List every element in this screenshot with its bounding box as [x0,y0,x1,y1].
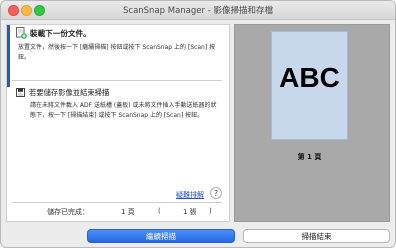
step-title: 裝載下一份文件。 [30,29,91,38]
section-divider [12,80,222,81]
save-title: 若要儲存影像並結束掃描 [29,88,110,97]
current-step-accent [7,25,10,87]
window-title: ScanSnap Manager - 影像掃描和存檔 [123,6,273,16]
save-icon [16,88,25,97]
finish-scanning-button[interactable]: 掃描結束 [243,229,390,243]
page-thumbnail[interactable]: ABC [271,31,348,140]
saved-sheets: 1 張 [183,208,197,216]
saved-close-paren: ) [209,207,212,215]
saved-label: 儲存已完成： [47,208,89,216]
help-button[interactable]: ? [210,187,222,199]
page-label: 第 1 頁 [297,153,322,161]
add-document-icon [16,27,27,39]
saved-pages: 1 頁 [121,208,135,216]
title-bar: ScanSnap Manager - 影像掃描和存檔 [1,1,395,20]
saved-open-paren: ( [158,207,161,215]
continue-scanning-button[interactable]: 繼續掃描 [87,229,235,243]
status-divider [12,202,222,203]
troubleshooting-link[interactable]: 疑難排解 [176,190,204,200]
save-description: 請在未將文件載入 ADF 送紙槽 (蓋板) 或未將文件插入手動送紙器的狀態下，按… [30,102,217,119]
step-description: 放置文件，然後按一下 [繼續掃描] 按鈕或按下 ScanSnap 上的 [Sca… [18,44,216,61]
page-thumbnail-text: ABC [279,62,340,93]
